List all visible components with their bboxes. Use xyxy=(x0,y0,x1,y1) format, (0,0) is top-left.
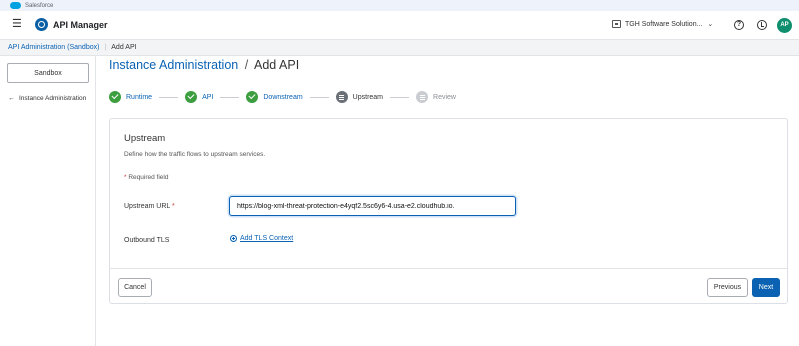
check-circle-icon xyxy=(185,91,198,103)
arrow-left-icon: ← xyxy=(8,95,15,102)
step-label: Runtime xyxy=(126,93,153,101)
add-tls-context-link[interactable]: Add TLS Context xyxy=(230,235,293,242)
check-circle-icon xyxy=(246,91,259,103)
app-title: API Manager xyxy=(53,20,108,30)
review-step-icon xyxy=(416,91,429,103)
step-review: Review xyxy=(416,91,456,103)
upstream-form-card: Upstream Define how the traffic flows to… xyxy=(109,118,788,304)
check-circle-icon xyxy=(109,91,121,103)
step-label: Review xyxy=(433,93,456,101)
required-asterisk: * xyxy=(171,203,175,210)
step-downstream[interactable]: Downstream xyxy=(246,91,303,103)
help-icon[interactable]: ? xyxy=(734,20,744,30)
org-name: TGH Software Solution... xyxy=(625,20,703,28)
browser-tab-strip: Salesforce xyxy=(0,0,799,11)
page-title-separator: / xyxy=(244,58,249,72)
outbound-tls-label: Outbound TLS xyxy=(124,237,170,244)
upstream-url-label-text: Upstream URL xyxy=(124,203,171,210)
back-to-instance-administration-link[interactable]: ← Instance Administration xyxy=(8,95,86,102)
step-label: API xyxy=(202,93,214,101)
user-avatar[interactable]: AP xyxy=(777,18,792,33)
browser-tab-label[interactable]: Salesforce xyxy=(25,3,53,9)
upstream-url-label: Upstream URL * xyxy=(124,203,175,210)
step-connector xyxy=(309,96,329,98)
api-manager-logo-icon xyxy=(35,18,48,31)
step-connector xyxy=(220,96,240,98)
notifications-clock-icon[interactable] xyxy=(757,20,767,30)
breadcrumb: API Administration (Sandbox) | Add API xyxy=(0,40,799,56)
building-icon xyxy=(612,20,621,28)
wizard-stepper: Runtime API Downstream Upstream Review xyxy=(109,90,456,104)
step-upstream: Upstream xyxy=(335,91,384,103)
step-connector xyxy=(390,96,410,98)
breadcrumb-separator: | xyxy=(104,44,107,51)
step-connector xyxy=(159,96,179,98)
breadcrumb-current: Add API xyxy=(111,44,137,51)
upstream-step-icon xyxy=(335,91,348,103)
required-field-note: * Required field xyxy=(124,174,168,181)
upstream-url-input[interactable] xyxy=(229,196,516,216)
salesforce-cloud-icon xyxy=(10,2,21,9)
page-title-link[interactable]: Instance Administration xyxy=(109,58,238,72)
step-label: Downstream xyxy=(263,93,303,101)
form-description: Define how the traffic flows to upstream… xyxy=(124,151,266,158)
page-title: Instance Administration / Add API xyxy=(109,58,299,72)
org-selector[interactable]: TGH Software Solution... ⌄ xyxy=(612,20,713,28)
chevron-down-icon: ⌄ xyxy=(707,21,714,28)
cancel-button[interactable]: Cancel xyxy=(118,278,152,297)
step-label: Upstream xyxy=(352,93,384,101)
next-button[interactable]: Next xyxy=(752,278,780,297)
app-header: ☰ API Manager TGH Software Solution... ⌄… xyxy=(0,11,799,40)
step-runtime[interactable]: Runtime xyxy=(109,91,152,103)
breadcrumb-parent-link[interactable]: API Administration (Sandbox) xyxy=(8,44,99,51)
card-divider xyxy=(110,268,787,269)
sidebar: Sandbox ← Instance Administration xyxy=(0,56,96,346)
menu-icon[interactable]: ☰ xyxy=(12,19,22,30)
form-title: Upstream xyxy=(124,133,166,144)
environment-button[interactable]: Sandbox xyxy=(7,63,89,83)
back-link-label: Instance Administration xyxy=(19,95,87,102)
previous-button[interactable]: Previous xyxy=(707,278,748,297)
step-api[interactable]: API xyxy=(185,91,213,103)
plus-circle-icon xyxy=(230,235,237,242)
add-tls-context-label: Add TLS Context xyxy=(240,235,294,242)
required-note-text: Required field xyxy=(128,174,169,181)
page-title-current: Add API xyxy=(254,58,300,72)
required-asterisk: * xyxy=(124,174,127,181)
